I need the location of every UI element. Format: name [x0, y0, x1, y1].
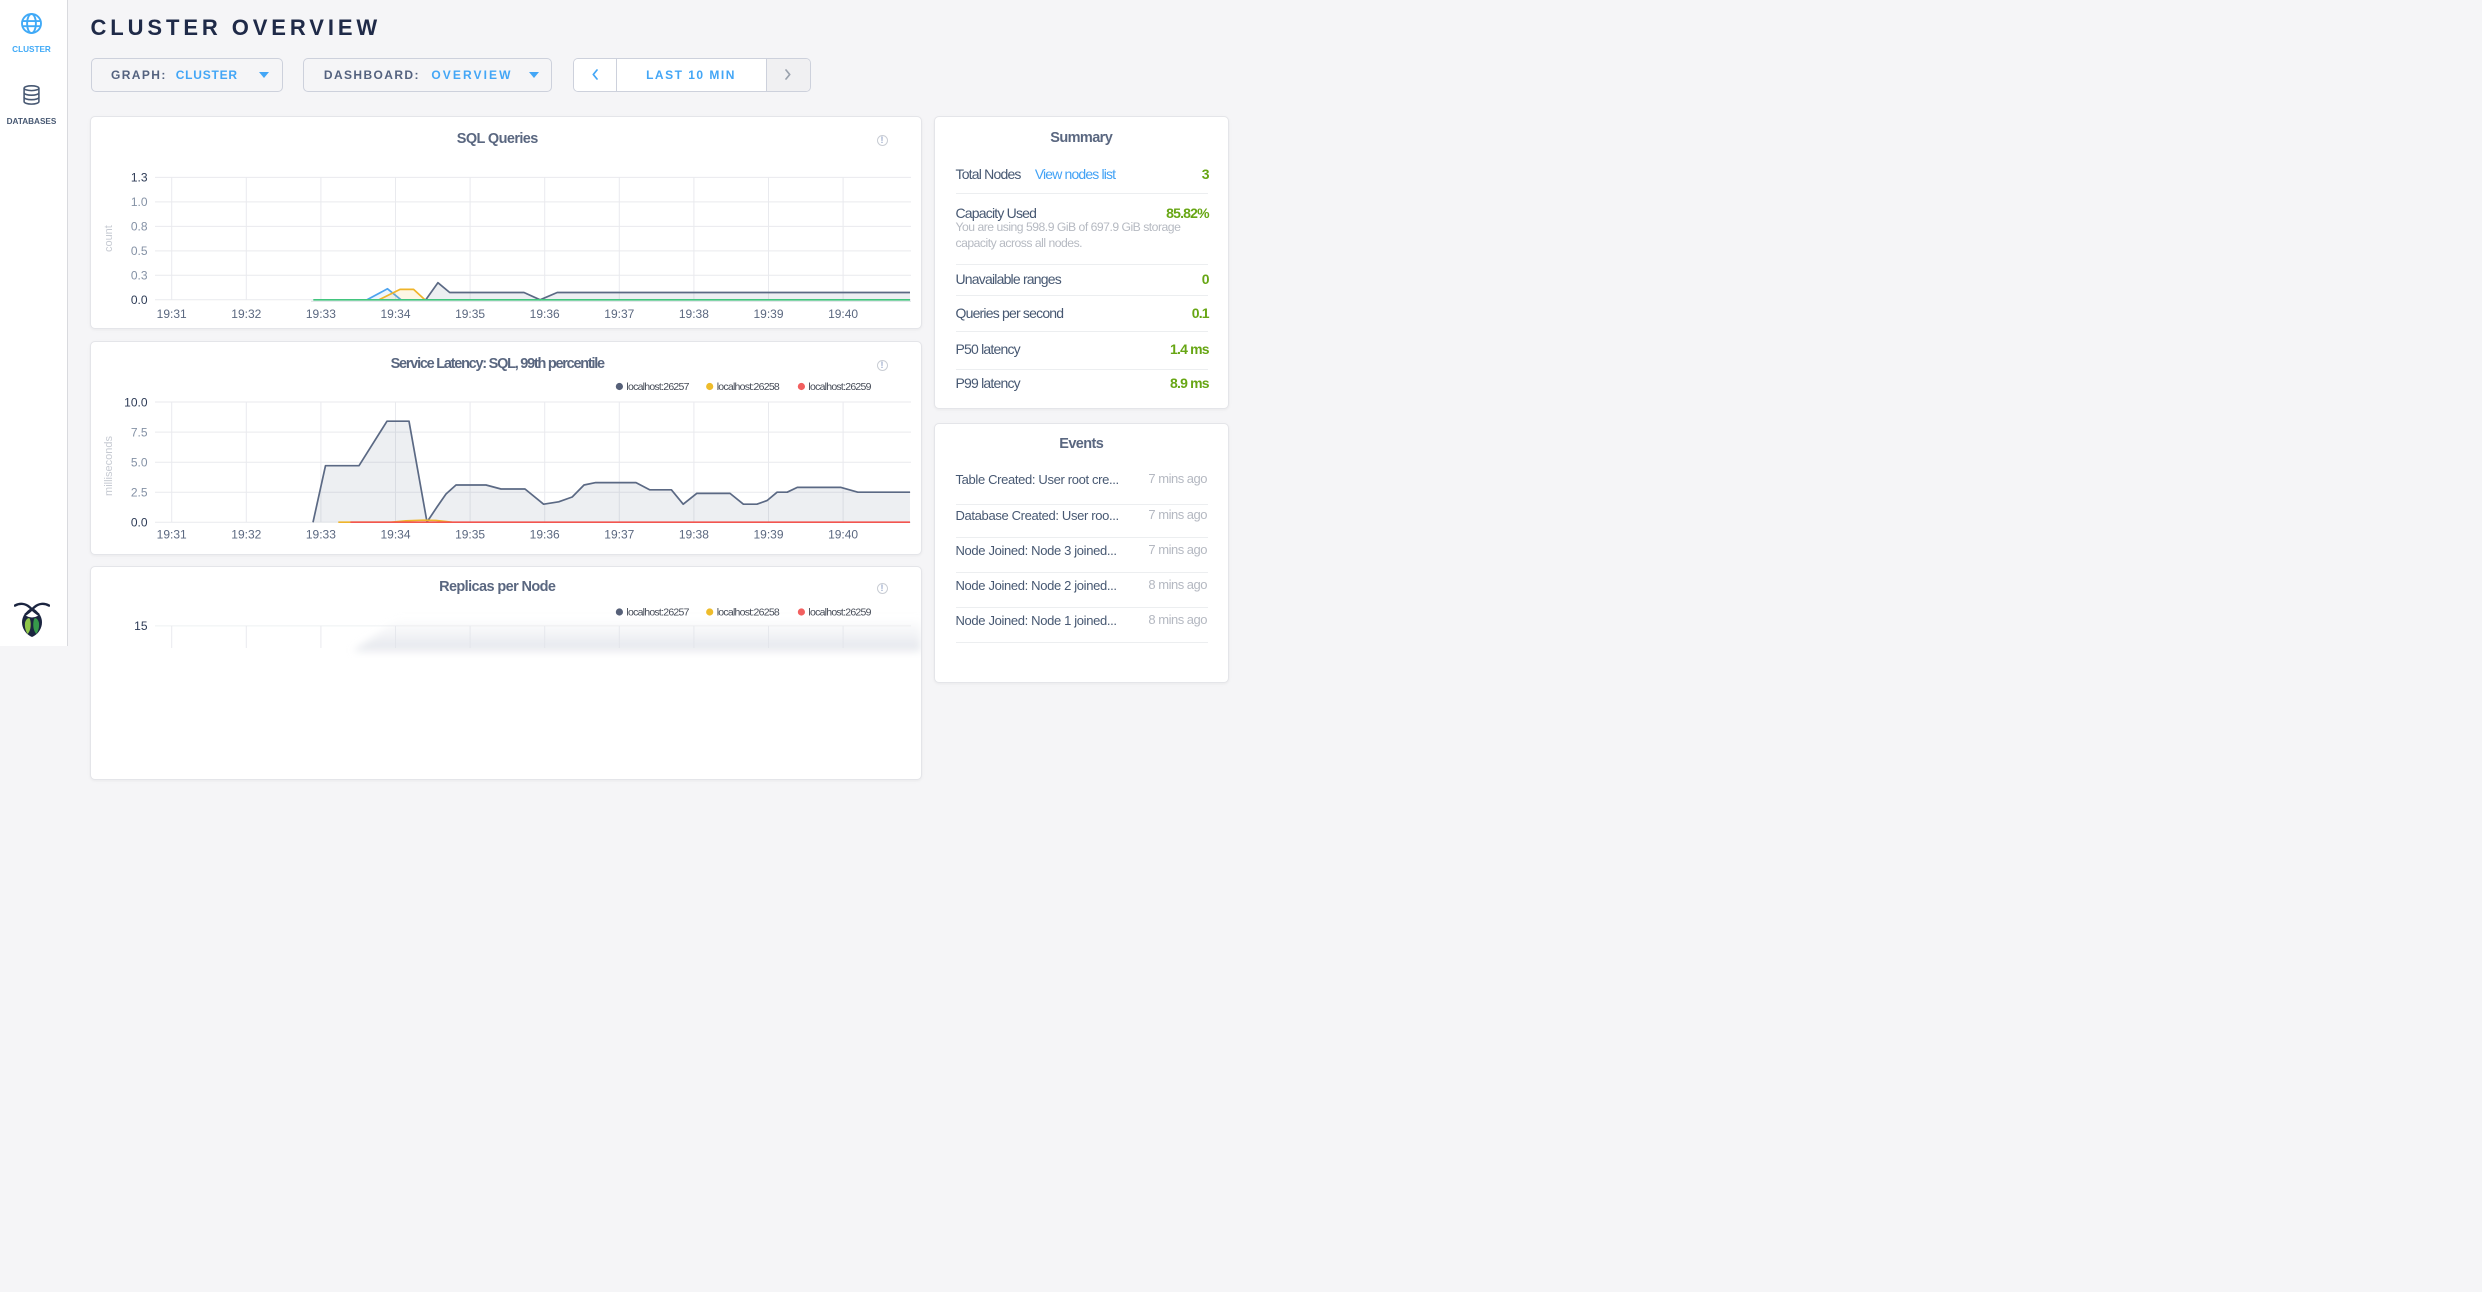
svg-text:19:33: 19:33	[306, 307, 336, 321]
svg-text:localhost:26257: localhost:26257	[626, 607, 689, 619]
svg-text:milliseconds: milliseconds	[103, 436, 115, 496]
svg-text:localhost:26259: localhost:26259	[808, 607, 871, 619]
svg-text:0.8: 0.8	[131, 219, 148, 233]
svg-text:10.0: 10.0	[124, 395, 148, 409]
svg-text:19:33: 19:33	[306, 528, 336, 542]
svg-text:0.0: 0.0	[131, 293, 148, 307]
svg-text:localhost:26257: localhost:26257	[626, 381, 689, 393]
svg-text:localhost:26259: localhost:26259	[808, 381, 871, 393]
svg-text:0.0: 0.0	[131, 516, 148, 530]
svg-text:19:37: 19:37	[604, 307, 634, 321]
svg-text:1.0: 1.0	[131, 195, 148, 209]
svg-text:19:36: 19:36	[530, 528, 560, 542]
svg-text:0.3: 0.3	[131, 268, 148, 282]
svg-text:15: 15	[134, 619, 148, 633]
svg-text:5.0: 5.0	[131, 456, 148, 470]
svg-text:19:32: 19:32	[231, 528, 261, 542]
svg-text:19:35: 19:35	[455, 307, 485, 321]
svg-text:19:34: 19:34	[380, 528, 410, 542]
svg-text:19:38: 19:38	[679, 307, 709, 321]
svg-text:localhost:26258: localhost:26258	[717, 607, 780, 619]
svg-text:19:39: 19:39	[753, 307, 783, 321]
svg-text:19:31: 19:31	[157, 307, 187, 321]
svg-text:2.5: 2.5	[131, 486, 148, 500]
svg-text:19:35: 19:35	[455, 528, 485, 542]
svg-text:19:36: 19:36	[530, 307, 560, 321]
svg-text:19:37: 19:37	[604, 528, 634, 542]
svg-text:1.3: 1.3	[131, 170, 148, 184]
svg-text:19:38: 19:38	[679, 528, 709, 542]
svg-text:localhost:26258: localhost:26258	[717, 381, 780, 393]
svg-text:19:40: 19:40	[828, 307, 858, 321]
svg-text:0.5: 0.5	[131, 244, 148, 258]
svg-text:19:40: 19:40	[828, 528, 858, 542]
svg-text:19:31: 19:31	[157, 528, 187, 542]
svg-text:7.5: 7.5	[131, 425, 148, 439]
svg-text:19:39: 19:39	[753, 528, 783, 542]
svg-text:19:32: 19:32	[231, 307, 261, 321]
svg-text:count: count	[103, 225, 115, 252]
svg-text:19:34: 19:34	[380, 307, 410, 321]
